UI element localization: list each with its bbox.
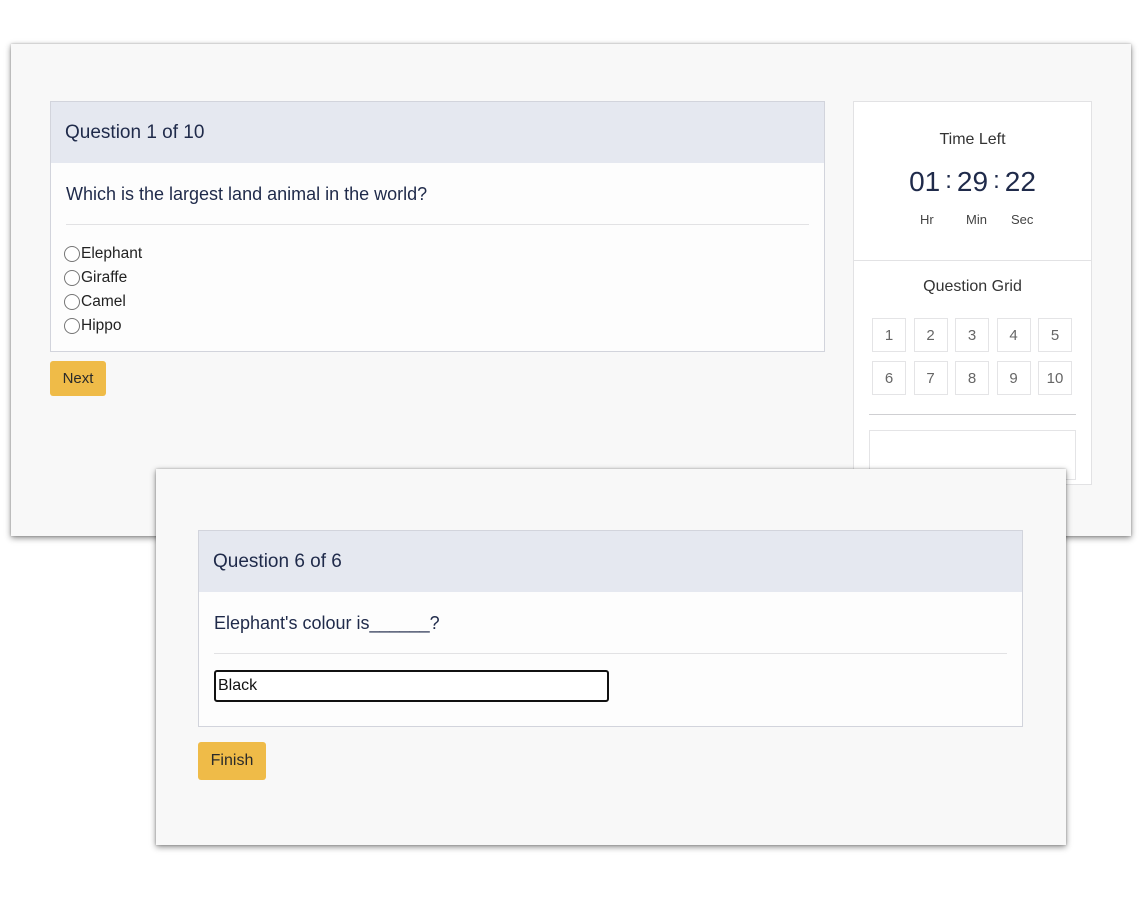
question-card: Question 6 of 6 Elephant's colour is____… bbox=[198, 530, 1023, 727]
timer-hours: 01 bbox=[909, 166, 941, 197]
question-grid-title: Question Grid bbox=[923, 278, 1022, 295]
timer-unit-labels: Hr Min Sec bbox=[854, 212, 1091, 232]
timer-separator: : bbox=[993, 167, 1000, 194]
sidebar-divider bbox=[869, 414, 1076, 415]
option-label: Elephant bbox=[81, 245, 143, 262]
quiz-sidebar: Time Left 01 : 29 : 22 Hr Min Sec Questi… bbox=[853, 101, 1092, 485]
seconds-label: Sec bbox=[1011, 212, 1034, 227]
question-grid-cell[interactable]: 3 bbox=[955, 318, 989, 352]
timer-seconds: 22 bbox=[1004, 166, 1036, 197]
timer-minutes: 29 bbox=[956, 166, 989, 197]
radio-button[interactable] bbox=[64, 270, 80, 286]
hours-label: Hr bbox=[920, 212, 934, 227]
question-grid-cell[interactable]: 10 bbox=[1038, 361, 1072, 395]
option-camel[interactable]: Camel bbox=[64, 290, 809, 314]
question-grid-cell[interactable]: 9 bbox=[996, 361, 1031, 395]
answer-options: Elephant Giraffe Camel Hippo bbox=[64, 225, 809, 338]
timer-separator: : bbox=[945, 167, 952, 194]
option-elephant[interactable]: Elephant bbox=[64, 242, 809, 266]
question-grid-cell[interactable]: 4 bbox=[996, 318, 1031, 352]
radio-button[interactable] bbox=[64, 318, 80, 334]
question-grid: 1 2 3 4 5 6 7 8 9 10 bbox=[872, 318, 1091, 395]
timer-title: Time Left bbox=[939, 131, 1006, 148]
question-grid-cell[interactable]: 7 bbox=[913, 361, 948, 395]
option-hippo[interactable]: Hippo bbox=[64, 314, 809, 338]
question-text: Elephant's colour is______? bbox=[214, 613, 440, 633]
question-header: Question 6 of 6 bbox=[199, 531, 1022, 592]
quiz-window-fill-blank: Question 6 of 6 Elephant's colour is____… bbox=[156, 469, 1066, 845]
option-giraffe[interactable]: Giraffe bbox=[64, 266, 809, 290]
question-grid-cell[interactable]: 8 bbox=[955, 361, 989, 395]
answer-input[interactable] bbox=[214, 670, 609, 702]
sidebar-divider bbox=[854, 260, 1091, 261]
option-label: Hippo bbox=[81, 317, 122, 334]
finish-button[interactable]: Finish bbox=[198, 742, 266, 780]
minutes-label: Min bbox=[966, 212, 987, 227]
option-label: Giraffe bbox=[81, 269, 128, 286]
question-card: Question 1 of 10 Which is the largest la… bbox=[50, 101, 825, 352]
question-divider bbox=[214, 653, 1007, 654]
question-header: Question 1 of 10 bbox=[51, 102, 824, 163]
question-text: Which is the largest land animal in the … bbox=[66, 184, 428, 204]
quiz-window-main: Question 1 of 10 Which is the largest la… bbox=[11, 44, 1131, 536]
question-grid-cell[interactable]: 6 bbox=[872, 361, 906, 395]
question-grid-cell[interactable]: 1 bbox=[872, 318, 906, 352]
option-label: Camel bbox=[81, 293, 126, 310]
next-button[interactable]: Next bbox=[50, 361, 106, 396]
question-grid-cell[interactable]: 2 bbox=[913, 318, 948, 352]
radio-button[interactable] bbox=[64, 246, 80, 262]
question-grid-cell[interactable]: 5 bbox=[1038, 318, 1072, 352]
countdown-timer: 01 : 29 : 22 bbox=[854, 166, 1091, 198]
radio-button[interactable] bbox=[64, 294, 80, 310]
